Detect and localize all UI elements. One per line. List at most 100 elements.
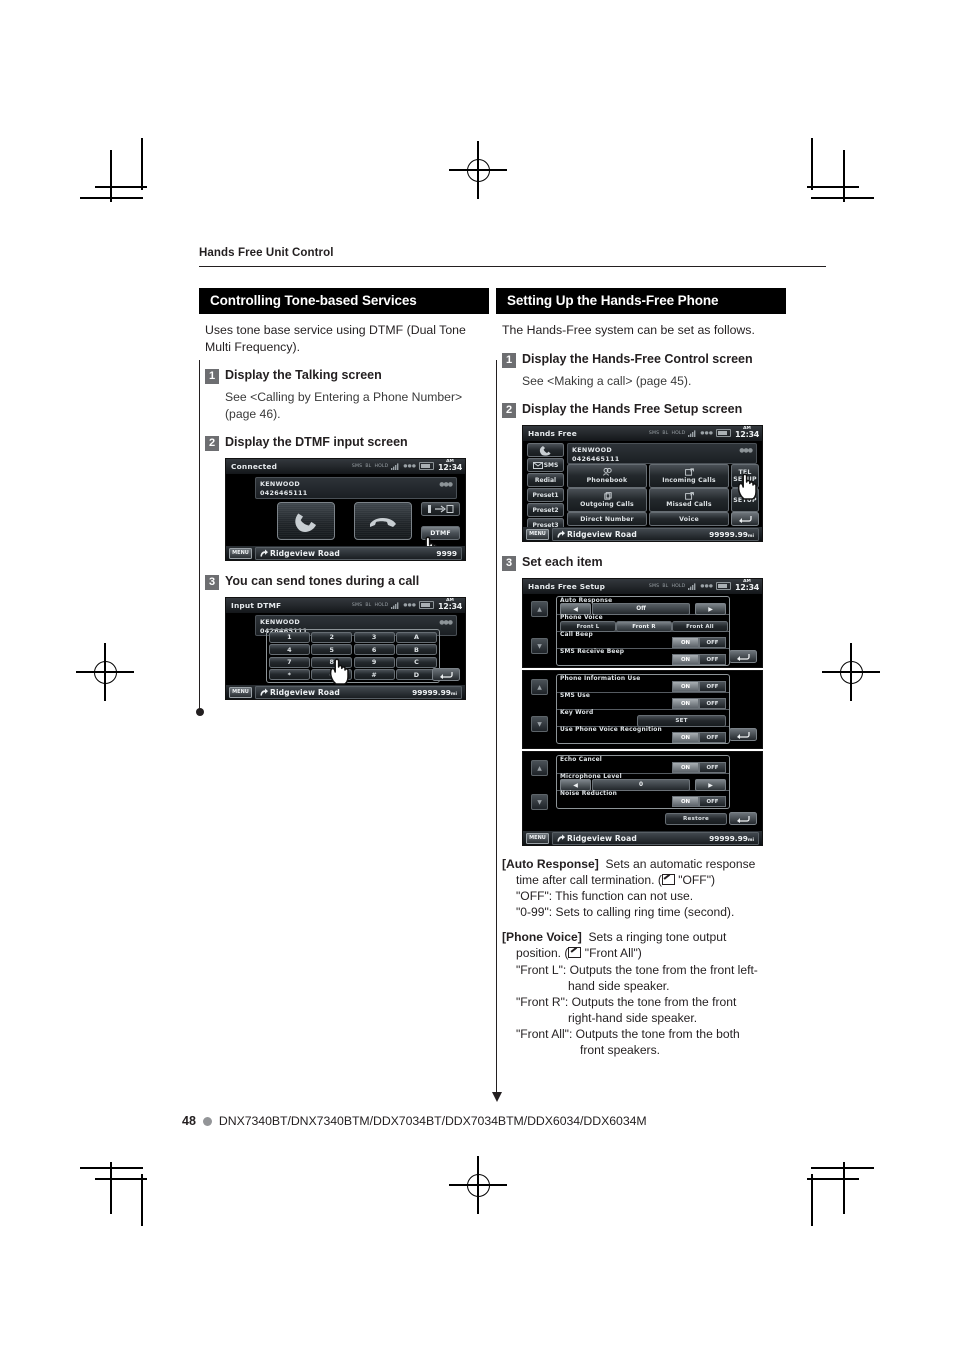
- step-1-left-number: 1: [205, 369, 219, 385]
- menu-button[interactable]: MENU: [526, 528, 549, 540]
- sidebar-item-sms[interactable]: SMS: [527, 458, 564, 472]
- nav-distance: 99999.99mi: [412, 687, 457, 697]
- dtmf-return-button[interactable]: [432, 668, 460, 681]
- noise-reduction-toggle: ON OFF: [672, 796, 726, 807]
- dtmf-key-D[interactable]: D: [396, 669, 437, 680]
- hangup-button[interactable]: [354, 502, 412, 540]
- step-2-right: 2 Display the Hands Free Setup screen: [502, 402, 786, 418]
- dtmf-key-hash[interactable]: #: [353, 669, 395, 680]
- setup1-scroll-up-button[interactable]: ▲: [531, 601, 548, 617]
- sidebar-item-preset1[interactable]: Preset1: [527, 488, 564, 502]
- dtmf-key-star[interactable]: *: [269, 669, 310, 680]
- phone-voice-description: [Phone Voice] Sets a ringing tone output: [502, 929, 778, 945]
- noise-reduction-on-button[interactable]: ON: [672, 796, 699, 807]
- talking-titlebar: Connected SMS BL HOLD ●●● AM 12:34: [226, 459, 465, 474]
- nav-strip[interactable]: Ridgeview Road 99999.99mi: [255, 685, 462, 699]
- roam-icon: ●●●: [403, 463, 417, 469]
- footer-dot-icon: [202, 1116, 212, 1126]
- front-r-line2: right-hand side speaker.: [568, 1010, 698, 1025]
- setup2-scroll-up-button[interactable]: ▲: [531, 679, 548, 695]
- direct-number-button[interactable]: Direct Number: [567, 512, 647, 526]
- phone-information-use-off-button[interactable]: OFF: [699, 681, 726, 692]
- sidebar-item-preset2[interactable]: Preset2: [527, 503, 564, 517]
- setup1-scroll-down-button[interactable]: ▼: [531, 638, 548, 654]
- sms-use-off-button[interactable]: OFF: [699, 698, 726, 709]
- setup3-rows-frame: Echo Cancel ON OFF Microphone Level ◀ 0 …: [556, 755, 730, 809]
- sms-receive-beep-off-button[interactable]: OFF: [699, 654, 726, 665]
- dtmf-key-0[interactable]: 0: [311, 669, 353, 680]
- battery-icon: [419, 601, 435, 610]
- setup2-scroll-down-button[interactable]: ▼: [531, 716, 548, 732]
- phone-information-use-on-button[interactable]: ON: [672, 681, 699, 692]
- missed-calls-button[interactable]: Missed Calls: [649, 488, 729, 512]
- sms-use-on-button[interactable]: ON: [672, 698, 699, 709]
- setup3-return-button[interactable]: [729, 812, 757, 825]
- setup-row-sms-receive-beep-label: SMS Receive Beep: [560, 649, 625, 655]
- return-arrow-icon: [737, 653, 750, 661]
- menu-button[interactable]: MENU: [526, 832, 549, 844]
- call-beep-on-button[interactable]: ON: [672, 637, 699, 648]
- dtmf-key-9[interactable]: 9: [353, 656, 395, 668]
- talking-caller-info: KENWOOD 0426465111 ●●●: [255, 477, 457, 499]
- dtmf-button[interactable]: DTMF: [421, 526, 460, 540]
- restore-button[interactable]: Restore: [665, 813, 727, 825]
- phonebook-button[interactable]: Phonebook: [567, 464, 647, 488]
- dtmf-key-5[interactable]: 5: [311, 644, 353, 656]
- step-2-right-title: Display the Hands Free Setup screen: [522, 402, 743, 416]
- dtmf-key-6[interactable]: 6: [353, 644, 395, 656]
- use-phone-voice-recognition-off-button[interactable]: OFF: [699, 732, 726, 743]
- nav-strip[interactable]: Ridgeview Road 99999.99mi: [552, 831, 759, 845]
- echo-cancel-off-button[interactable]: OFF: [699, 762, 726, 773]
- handsfree-caller-number: 0426465111: [572, 455, 620, 463]
- dtmf-key-3[interactable]: 3: [353, 632, 395, 643]
- nav-strip[interactable]: Ridgeview Road 99999.99mi: [552, 527, 759, 541]
- nav-strip[interactable]: Ridgeview Road 9999: [255, 546, 462, 560]
- dtmf-key-4[interactable]: 4: [269, 644, 310, 656]
- setup-button[interactable]: SETUP: [731, 488, 759, 512]
- dtmf-key-1[interactable]: 1: [269, 632, 310, 643]
- dtmf-key-A[interactable]: A: [396, 632, 437, 643]
- sidebar-item-handset[interactable]: [527, 443, 564, 457]
- setup3-scroll-up-button[interactable]: ▲: [531, 760, 548, 776]
- talking-caller-name: KENWOOD: [260, 480, 300, 488]
- return-arrow-icon: [440, 671, 453, 679]
- call-transfer-button[interactable]: [421, 502, 460, 516]
- setup2-rows-frame: Phone Information Use ON OFF SMS Use ON …: [556, 674, 730, 744]
- dtmf-key-C[interactable]: C: [396, 656, 437, 668]
- dtmf-title: Input DTMF: [231, 601, 282, 610]
- setup1-title: Hands Free Setup: [528, 582, 606, 591]
- incoming-calls-button[interactable]: Incoming Calls: [649, 464, 729, 488]
- use-phone-voice-recognition-on-button[interactable]: ON: [672, 732, 699, 743]
- bl-status-icon: BL: [365, 463, 372, 469]
- clock-group: AM 12:34: [735, 426, 759, 439]
- dtmf-key-7[interactable]: 7: [269, 656, 310, 668]
- clock-time: 12:34: [735, 583, 759, 593]
- setup-row-echo-cancel-label: Echo Cancel: [560, 757, 603, 763]
- dtmf-key-B[interactable]: B: [396, 644, 437, 656]
- section-title-handsfree-setup: Setting Up the Hands-Free Phone: [496, 288, 786, 314]
- setup2-return-button[interactable]: [729, 728, 757, 741]
- handsfree-return-button[interactable]: [731, 512, 759, 526]
- phone-voice-line2-pre: position. (: [516, 946, 569, 961]
- menu-button[interactable]: MENU: [229, 686, 252, 698]
- sidebar-item-redial[interactable]: Redial: [527, 473, 564, 487]
- tel-setup-button[interactable]: TEL SETUP: [731, 464, 759, 488]
- step-1-right-sub: See <Making a call> (page 45).: [522, 373, 692, 388]
- answer-button[interactable]: [277, 502, 335, 540]
- outgoing-calls-button[interactable]: Outgoing Calls: [567, 488, 647, 512]
- step-3-left: 3 You can send tones during a call: [205, 574, 489, 590]
- echo-cancel-on-button[interactable]: ON: [672, 762, 699, 773]
- dtmf-key-2[interactable]: 2: [311, 632, 353, 643]
- setup1-return-button[interactable]: [729, 650, 757, 663]
- voice-button[interactable]: Voice: [649, 512, 729, 526]
- noise-reduction-off-button[interactable]: OFF: [699, 796, 726, 807]
- setup3-scroll-down-button[interactable]: ▼: [531, 794, 548, 810]
- sms-receive-beep-on-button[interactable]: ON: [672, 654, 699, 665]
- setup3-navbar: MENU Ridgeview Road 99999.99mi: [523, 831, 762, 845]
- call-beep-off-button[interactable]: OFF: [699, 637, 726, 648]
- registration-mark-left: [76, 643, 134, 701]
- menu-button[interactable]: MENU: [229, 547, 252, 559]
- dtmf-key-8[interactable]: 8: [311, 656, 353, 668]
- restore-button-label: Restore: [683, 816, 709, 822]
- incoming-calls-button-label: Incoming Calls: [662, 477, 716, 484]
